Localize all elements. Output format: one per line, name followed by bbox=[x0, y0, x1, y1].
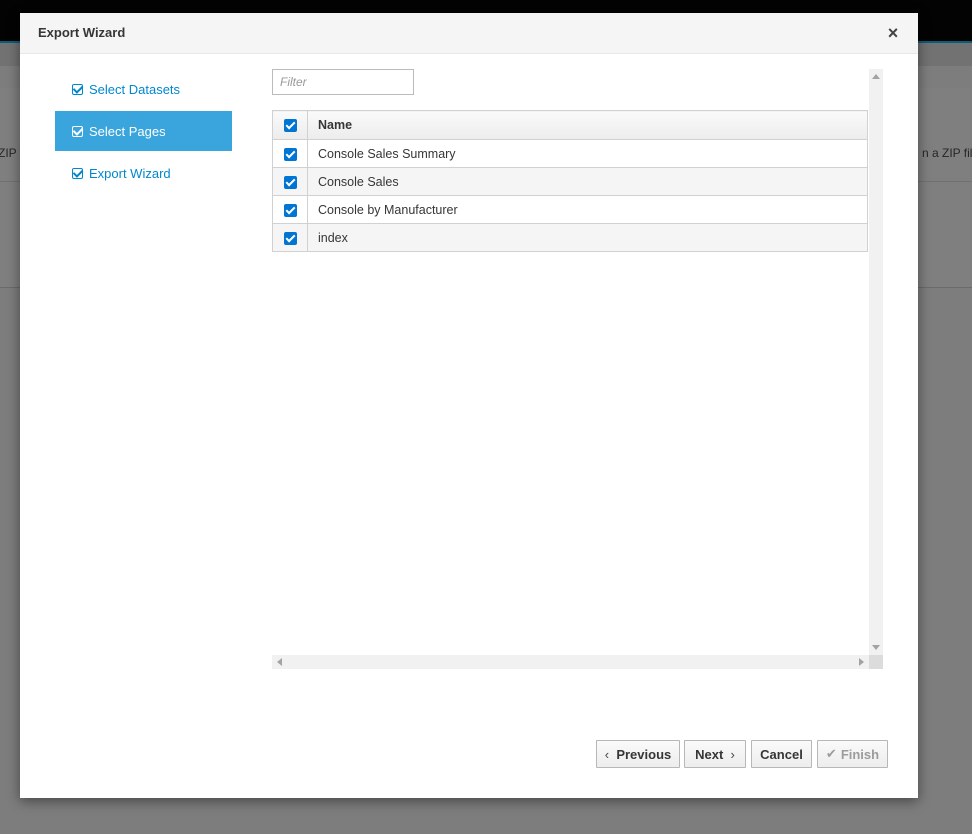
filter-input[interactable] bbox=[272, 69, 414, 95]
background-text-fragment-right: n a ZIP file bbox=[922, 146, 972, 160]
step-export-wizard[interactable]: Export Wizard bbox=[55, 153, 232, 193]
row-checkbox-cell bbox=[272, 195, 308, 224]
row-checkbox[interactable] bbox=[283, 175, 297, 189]
row-checkbox[interactable] bbox=[283, 203, 297, 217]
check-square-icon bbox=[72, 125, 83, 137]
previous-label: Previous bbox=[616, 746, 672, 762]
previous-button[interactable]: ‹ Previous bbox=[596, 740, 680, 768]
row-name: Console by Manufacturer bbox=[307, 195, 868, 224]
modal-footer: ‹ Previous Next › Cancel ✔ Finish bbox=[20, 740, 918, 768]
table-row[interactable]: Console by Manufacturer bbox=[272, 195, 868, 224]
row-name: index bbox=[307, 223, 868, 252]
table-row[interactable]: Console Sales Summary bbox=[272, 139, 868, 168]
row-name: Console Sales Summary bbox=[307, 139, 868, 168]
scroll-left-icon[interactable] bbox=[277, 658, 282, 666]
step-select-pages[interactable]: Select Pages bbox=[55, 111, 232, 151]
check-square-icon bbox=[72, 167, 83, 179]
pages-content: Name Console Sales Summary Console Sales… bbox=[272, 69, 883, 669]
row-checkbox-cell bbox=[272, 167, 308, 196]
chevron-left-icon: ‹ bbox=[604, 746, 610, 762]
step-label: Select Datasets bbox=[89, 81, 181, 97]
row-checkbox[interactable] bbox=[283, 231, 297, 245]
select-all-cell bbox=[272, 110, 308, 140]
step-label: Select Pages bbox=[89, 123, 166, 139]
next-label: Next bbox=[695, 746, 724, 762]
step-label: Export Wizard bbox=[89, 165, 171, 181]
check-icon: ✔ bbox=[825, 746, 837, 761]
cancel-button[interactable]: Cancel bbox=[751, 740, 812, 768]
finish-label: Finish bbox=[840, 746, 880, 762]
column-header-name[interactable]: Name bbox=[307, 110, 868, 140]
chevron-right-icon: › bbox=[730, 746, 735, 762]
wizard-steps: Select Datasets Select Pages Export Wiza… bbox=[55, 69, 232, 195]
check-square-icon bbox=[72, 83, 83, 95]
table-row[interactable]: Console Sales bbox=[272, 167, 868, 196]
horizontal-scrollbar[interactable] bbox=[272, 655, 869, 669]
export-wizard-modal: Export Wizard × Select Datasets Select P… bbox=[20, 13, 918, 798]
vertical-scrollbar[interactable] bbox=[869, 69, 883, 655]
select-all-checkbox[interactable] bbox=[283, 119, 297, 133]
modal-header: Export Wizard × bbox=[20, 13, 918, 54]
table-row[interactable]: index bbox=[272, 223, 868, 252]
row-name: Console Sales bbox=[307, 167, 868, 196]
table-header-row: Name bbox=[272, 110, 868, 140]
row-checkbox[interactable] bbox=[283, 147, 297, 161]
row-checkbox-cell bbox=[272, 223, 308, 252]
scroll-right-icon[interactable] bbox=[859, 658, 864, 666]
scroll-up-icon[interactable] bbox=[872, 74, 880, 79]
pages-table: Name Console Sales Summary Console Sales… bbox=[272, 110, 868, 252]
close-icon[interactable]: × bbox=[884, 22, 902, 44]
next-button[interactable]: Next › bbox=[684, 740, 746, 768]
scrollbar-corner bbox=[869, 655, 883, 669]
scroll-down-icon[interactable] bbox=[872, 645, 880, 650]
finish-button[interactable]: ✔ Finish bbox=[817, 740, 888, 768]
row-checkbox-cell bbox=[272, 139, 308, 168]
modal-title: Export Wizard bbox=[38, 25, 126, 40]
step-select-datasets[interactable]: Select Datasets bbox=[55, 69, 232, 109]
